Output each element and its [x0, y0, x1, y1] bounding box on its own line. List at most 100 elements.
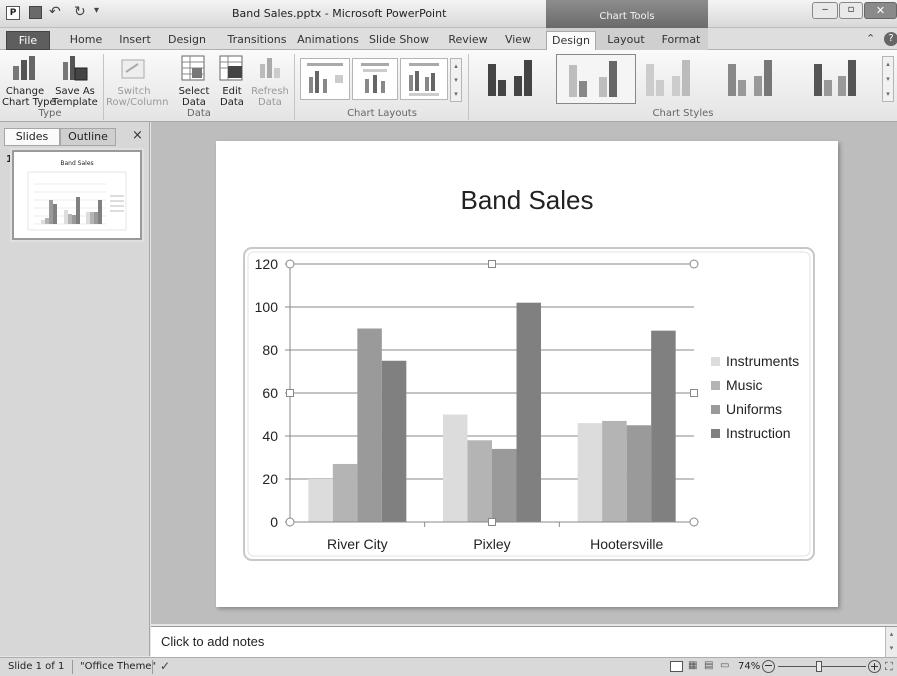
- edit-data-label: Edit Data: [220, 86, 244, 108]
- normal-view-icon[interactable]: [670, 661, 683, 672]
- chart-style-2-icon: [569, 61, 617, 97]
- slide-thumbnail[interactable]: Band Sales: [12, 150, 142, 240]
- slide-show-icon[interactable]: ▭: [720, 660, 729, 671]
- status-separator: [72, 660, 73, 674]
- y-tick-label: 0: [270, 514, 278, 530]
- spell-check-icon[interactable]: ✓: [160, 659, 170, 673]
- select-data-button[interactable]: Select Data: [176, 52, 212, 108]
- chart-layout-1-icon: [307, 63, 343, 93]
- reading-view-icon[interactable]: ▤: [704, 660, 713, 671]
- undo-icon[interactable]: ↶: [49, 4, 61, 20]
- slides-pane: Slides Outline × 1 Band Sales: [0, 122, 150, 656]
- selection-handle: [286, 389, 294, 397]
- slide-sorter-icon[interactable]: ▦: [688, 660, 697, 671]
- slide-title[interactable]: Band Sales: [216, 185, 838, 216]
- ribbon: Change Chart Type Save As Template Type …: [0, 50, 897, 122]
- status-bar: Slide 1 of 1 "Office Theme" ✓ ▦ ▤ ▭ 74% …: [0, 657, 897, 676]
- change-chart-type-label: Change Chart Type: [2, 86, 56, 108]
- legend-entry: Uniforms: [726, 401, 782, 417]
- save-as-template-button[interactable]: Save As Template: [52, 52, 98, 108]
- switch-row-column-button[interactable]: Switch Row/Column: [106, 52, 168, 108]
- zoom-slider-thumb[interactable]: [816, 661, 822, 672]
- refresh-data-button[interactable]: Refresh Data: [250, 52, 290, 108]
- chart-layout-2-icon: [361, 63, 389, 93]
- maximize-button[interactable]: ▫: [839, 2, 863, 19]
- tab-review[interactable]: Review: [446, 31, 490, 50]
- chart-layouts-scroll[interactable]: ▴ ▾ ▾: [450, 58, 462, 102]
- tab-animations[interactable]: Animations: [297, 31, 359, 50]
- save-as-template-icon: [63, 56, 88, 81]
- notes-placeholder[interactable]: Click to add notes: [161, 634, 264, 649]
- selection-handle: [488, 518, 496, 526]
- chart-style-4[interactable]: [724, 56, 778, 102]
- zoom-level[interactable]: 74%: [738, 661, 760, 672]
- legend-swatch: [711, 405, 720, 414]
- chart-layout-3-icon: [409, 63, 439, 96]
- notes-scrollbar[interactable]: ▴ ▾: [885, 627, 897, 658]
- bar: [492, 448, 517, 522]
- tab-view[interactable]: View: [500, 31, 536, 50]
- chart-layout-3[interactable]: [400, 58, 448, 100]
- tab-file[interactable]: File: [6, 31, 50, 50]
- close-button[interactable]: ✕: [864, 2, 897, 19]
- selection-handle: [285, 517, 295, 527]
- refresh-data-icon: [260, 58, 280, 78]
- tab-design[interactable]: Design: [164, 31, 210, 50]
- minimize-button[interactable]: ‒: [812, 2, 838, 19]
- x-tick-label: Hootersville: [590, 536, 663, 552]
- tab-outline[interactable]: Outline: [60, 128, 116, 146]
- tab-slide-show[interactable]: Slide Show: [364, 31, 434, 50]
- x-tick-label: River City: [327, 536, 388, 552]
- powerpoint-logo-icon[interactable]: P: [6, 6, 20, 20]
- change-chart-type-button[interactable]: Change Chart Type: [2, 52, 56, 108]
- change-chart-type-icon: [13, 56, 35, 80]
- slide-canvas[interactable]: Band Sales 0 20 40 60 80 100 120 River City Pixl…: [216, 141, 838, 607]
- tab-chart-design[interactable]: Design: [546, 31, 596, 50]
- chart-layout-1[interactable]: [300, 58, 350, 100]
- bar: [602, 420, 627, 522]
- chart-style-5[interactable]: [810, 56, 864, 102]
- chart-layout-2[interactable]: [352, 58, 398, 100]
- minimize-ribbon-icon[interactable]: ⌃: [866, 32, 875, 45]
- refresh-data-label: Refresh Data: [251, 86, 289, 108]
- bar: [467, 440, 492, 522]
- bar: [626, 425, 652, 522]
- y-tick-label: 120: [255, 256, 279, 272]
- edit-data-button[interactable]: Edit Data: [214, 52, 250, 108]
- chart-style-3[interactable]: [640, 56, 694, 102]
- y-tick-label: 100: [255, 299, 279, 315]
- selection-handle: [689, 517, 699, 527]
- notes-pane[interactable]: Click to add notes ▴ ▾: [151, 626, 897, 658]
- y-tick-label: 40: [262, 428, 278, 444]
- chart-style-2[interactable]: [556, 54, 636, 104]
- ribbon-tab-bar: File Home Insert Design Transitions Anim…: [0, 28, 897, 50]
- tab-transitions[interactable]: Transitions: [222, 31, 292, 50]
- legend-swatch: [711, 429, 720, 438]
- chart-layouts-group-label: Chart Layouts: [347, 108, 417, 119]
- chart-tools-label: Chart Tools: [599, 11, 655, 22]
- tab-insert[interactable]: Insert: [114, 31, 156, 50]
- chart-styles-scroll[interactable]: ▴ ▾ ▾: [882, 56, 894, 102]
- tab-home[interactable]: Home: [62, 31, 110, 50]
- chart-style-5-icon: [814, 60, 856, 96]
- data-group-label: Data: [187, 108, 211, 119]
- chart-styles-group-label: Chart Styles: [652, 108, 714, 119]
- chart[interactable]: 0 20 40 60 80 100 120 River City Pixley Hootersvi…: [241, 245, 817, 563]
- help-icon[interactable]: ?: [884, 32, 897, 46]
- fit-to-window-icon[interactable]: ⛶: [885, 660, 893, 674]
- tab-chart-layout[interactable]: Layout: [602, 31, 650, 50]
- chart-style-1[interactable]: [484, 56, 538, 102]
- close-pane-icon[interactable]: ×: [132, 128, 143, 143]
- redo-icon[interactable]: ↻: [74, 4, 86, 20]
- legend-entry: Instruments: [726, 353, 799, 369]
- tab-chart-format[interactable]: Format: [658, 31, 704, 50]
- group-separator: [468, 54, 469, 120]
- tab-slides[interactable]: Slides: [4, 128, 60, 146]
- zoom-in-button[interactable]: +: [868, 660, 881, 673]
- zoom-out-button[interactable]: −: [762, 660, 775, 673]
- save-icon[interactable]: [29, 6, 42, 19]
- legend-swatch: [711, 357, 720, 366]
- group-separator: [294, 54, 295, 120]
- zoom-slider-track[interactable]: [778, 666, 866, 667]
- quick-access-customize-icon[interactable]: ▾: [94, 5, 99, 16]
